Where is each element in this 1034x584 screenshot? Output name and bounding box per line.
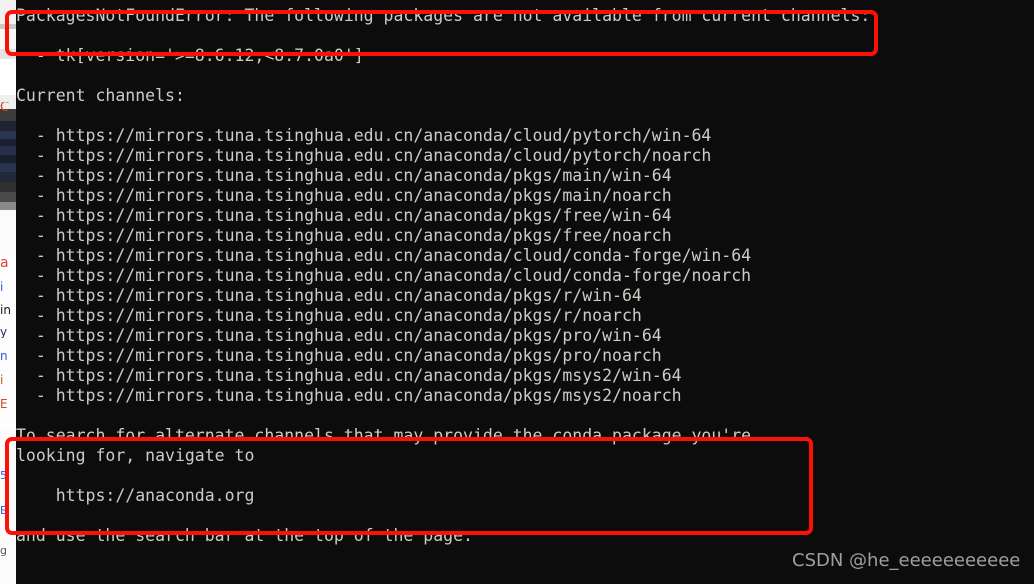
background-text-fragment: in bbox=[0, 304, 11, 316]
background-band bbox=[0, 202, 16, 210]
terminal-line: https://anaconda.org bbox=[16, 486, 255, 505]
terminal-line: - https://mirrors.tuna.tsinghua.edu.cn/a… bbox=[16, 146, 712, 165]
background-text-fragment: E bbox=[0, 398, 8, 410]
background-text-fragment: n bbox=[0, 350, 8, 362]
screenshot-root: Ca i in y n i E 5 Eg PackagesNotFoundError: The … bbox=[0, 0, 1034, 584]
terminal-line: - tk[version='>=8.6.12,<8.7.0a0'] bbox=[16, 46, 364, 65]
background-browser-page-sliver: Ca i in y n i E 5 Eg bbox=[0, 0, 16, 584]
background-band bbox=[0, 155, 16, 163]
terminal-line: - https://mirrors.tuna.tsinghua.edu.cn/a… bbox=[16, 286, 642, 305]
csdn-watermark: CSDN @he_eeeeeeeeeee bbox=[792, 550, 1021, 571]
background-band bbox=[0, 182, 16, 192]
background-band bbox=[0, 0, 16, 24]
terminal-line: Current channels: bbox=[16, 86, 185, 105]
terminal-line: - https://mirrors.tuna.tsinghua.edu.cn/a… bbox=[16, 366, 682, 385]
background-band bbox=[0, 172, 16, 182]
conda-terminal-output[interactable]: PackagesNotFoundError: The following pac… bbox=[16, 0, 1034, 584]
terminal-line: To search for alternate channels that ma… bbox=[16, 426, 752, 445]
background-text-fragment: i bbox=[0, 281, 4, 293]
background-text-fragment: C bbox=[0, 102, 10, 114]
background-band bbox=[0, 131, 16, 139]
terminal-line: - https://mirrors.tuna.tsinghua.edu.cn/a… bbox=[16, 346, 662, 365]
background-text-fragment: E bbox=[0, 505, 7, 517]
background-text-fragment: g bbox=[0, 545, 7, 557]
background-text-fragment: 5 bbox=[0, 470, 7, 482]
background-band bbox=[0, 49, 16, 59]
terminal-line: - https://mirrors.tuna.tsinghua.edu.cn/a… bbox=[16, 126, 712, 145]
terminal-line: - https://mirrors.tuna.tsinghua.edu.cn/a… bbox=[16, 266, 752, 285]
background-band bbox=[0, 210, 16, 256]
terminal-line: looking for, navigate to bbox=[16, 446, 255, 465]
terminal-line: - https://mirrors.tuna.tsinghua.edu.cn/a… bbox=[16, 326, 662, 345]
terminal-line: - https://mirrors.tuna.tsinghua.edu.cn/a… bbox=[16, 386, 682, 405]
background-band bbox=[0, 59, 16, 95]
background-band bbox=[0, 29, 16, 49]
background-band bbox=[0, 163, 16, 172]
background-band bbox=[0, 192, 16, 202]
terminal-line: - https://mirrors.tuna.tsinghua.edu.cn/a… bbox=[16, 166, 672, 185]
terminal-line: PackagesNotFoundError: The following pac… bbox=[16, 6, 871, 25]
background-band bbox=[0, 146, 16, 155]
background-text-fragment: a bbox=[0, 257, 9, 269]
terminal-line: - https://mirrors.tuna.tsinghua.edu.cn/a… bbox=[16, 226, 672, 245]
terminal-line: - https://mirrors.tuna.tsinghua.edu.cn/a… bbox=[16, 306, 642, 325]
terminal-line: and use the search bar at the top of the… bbox=[16, 526, 473, 545]
background-band bbox=[0, 139, 16, 146]
background-band bbox=[0, 121, 16, 131]
terminal-line: - https://mirrors.tuna.tsinghua.edu.cn/a… bbox=[16, 206, 672, 225]
terminal-line: - https://mirrors.tuna.tsinghua.edu.cn/a… bbox=[16, 186, 672, 205]
terminal-line: - https://mirrors.tuna.tsinghua.edu.cn/a… bbox=[16, 246, 752, 265]
background-text-fragment: y bbox=[0, 326, 8, 338]
background-text-fragment: i bbox=[0, 374, 4, 386]
